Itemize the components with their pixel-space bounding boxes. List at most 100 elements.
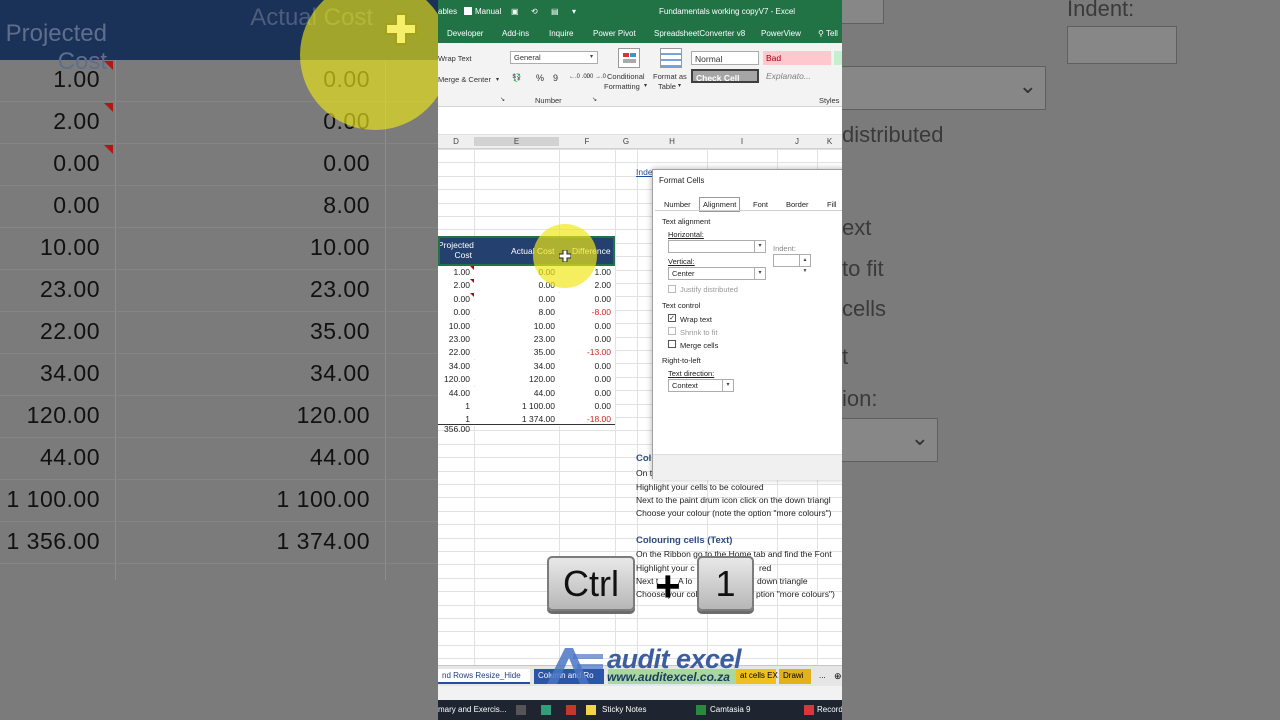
taskbar-app-icon[interactable]	[541, 705, 551, 715]
formatting-label[interactable]: Formatting	[604, 82, 640, 91]
style-check-cell[interactable]: Check Cell	[691, 69, 759, 83]
decrease-decimal-button[interactable]: .00 →.0	[585, 74, 606, 80]
zoomed-direction-dropdown: ⌄	[842, 418, 938, 462]
format-as-label[interactable]: Format as	[653, 72, 687, 81]
table-row[interactable]: 44.00 44.00 0.00	[438, 386, 615, 400]
currency-icon[interactable]: 💱	[512, 73, 521, 82]
dialog-footer	[653, 454, 842, 480]
conditional-formatting-icon[interactable]	[618, 48, 640, 68]
table-row[interactable]: 0.00 8.00 -8.00	[438, 306, 615, 320]
table-row[interactable]: 120.00 120.00 0.00	[438, 373, 615, 387]
wrap-text-checkbox[interactable]: ✓	[668, 314, 676, 322]
tab-add-ins[interactable]: Add-ins	[502, 29, 529, 38]
note-line: ption "more colours")	[756, 589, 835, 599]
number-format-dropdown[interactable]: General ▾	[510, 51, 598, 64]
shrink-checkbox[interactable]	[668, 327, 676, 335]
comment-indicator-icon	[470, 266, 474, 270]
chevron-down-icon[interactable]: ▾	[644, 82, 647, 89]
zoomed-vertical-dropdown: ⌄	[842, 66, 1046, 110]
comma-button[interactable]: 9	[553, 73, 558, 83]
style-explanatory[interactable]: Explanato...	[763, 69, 831, 83]
note-line: down triangle	[757, 576, 808, 586]
merge-center-button[interactable]: Merge & Center	[438, 75, 491, 84]
tab-developer[interactable]: Developer	[447, 29, 483, 38]
text-direction-dropdown[interactable]: Context ▾	[668, 379, 734, 392]
table-row[interactable]: 23.00 23.00 0.00	[438, 333, 615, 346]
taskbar-app-icon[interactable]	[566, 705, 576, 715]
style-bad[interactable]: Bad	[763, 51, 831, 65]
percent-button[interactable]: %	[536, 73, 544, 83]
vertical-dropdown[interactable]: Center ▾	[668, 267, 766, 280]
cell-projected: 0.00	[453, 307, 470, 318]
wrap-text-button[interactable]: Wrap Text	[438, 54, 472, 63]
open-icon[interactable]: ▤	[551, 7, 559, 16]
taskbar-item[interactable]: mary and Exercis...	[438, 705, 506, 714]
tab-tell-me[interactable]: ⚲ Tell	[818, 29, 838, 38]
column-header-f[interactable]: F	[559, 137, 615, 146]
tab-powerview[interactable]: PowerView	[761, 29, 801, 38]
tab-divider	[655, 210, 842, 211]
justify-checkbox[interactable]	[668, 285, 676, 293]
chevron-down-icon[interactable]: ▾	[678, 82, 681, 89]
zoomed-row: 34.00 34.00	[0, 354, 438, 396]
column-header-k[interactable]: K	[817, 137, 842, 146]
column-header-e[interactable]: E	[474, 137, 559, 146]
save-icon[interactable]: ▣	[511, 7, 519, 16]
tab-font[interactable]: Font	[753, 200, 768, 209]
manual-checkbox[interactable]	[464, 7, 472, 15]
table-label[interactable]: Table	[658, 82, 676, 91]
table-row[interactable]: 0.00 0.00 0.00	[438, 292, 615, 306]
merge-checkbox[interactable]	[668, 340, 676, 348]
conditional-formatting-label[interactable]: Conditional	[607, 72, 645, 81]
chevron-down-icon[interactable]: ▾	[496, 76, 499, 83]
column-header-g[interactable]: G	[615, 137, 637, 146]
column-header-j[interactable]: J	[777, 137, 817, 146]
tab-fill[interactable]: Fill	[827, 200, 837, 209]
column-header-d[interactable]: D	[438, 137, 474, 146]
table-row[interactable]: 10.00 10.00 0.00	[438, 319, 615, 333]
grid-line	[438, 162, 842, 164]
column-header-i[interactable]: I	[707, 137, 777, 146]
cell-actual: 44.00	[533, 387, 555, 398]
undo-icon[interactable]: ⟲	[531, 7, 538, 16]
table-row[interactable]: 2.00 0.00 2.00	[438, 279, 615, 293]
record-icon[interactable]	[804, 705, 814, 715]
zoomed-row: 22.00 35.00	[0, 312, 438, 354]
zoomed-projected-value: 44.00	[39, 444, 100, 470]
tab-inquire[interactable]: Inquire	[549, 29, 573, 38]
hyperlink-inde[interactable]: Inde	[636, 167, 653, 177]
indent-spinner[interactable]: ▲ ▼	[773, 254, 811, 274]
format-as-table-icon[interactable]	[660, 48, 682, 68]
taskbar-item[interactable]: Camtasia 9	[710, 705, 750, 714]
style-good[interactable]	[834, 51, 842, 65]
customize-icon[interactable]: ▾	[572, 7, 576, 16]
key-ctrl: Ctrl	[547, 556, 635, 611]
sheet-tab[interactable]: nd Rows Resize_Hide	[438, 669, 530, 684]
zoomed-projected-value: 2.00	[53, 108, 100, 134]
tab-border[interactable]: Border	[786, 200, 809, 209]
column-header-h[interactable]: H	[637, 137, 707, 146]
taskbar-item[interactable]: Record	[817, 705, 842, 714]
dialog-launcher-icon[interactable]: ↘	[592, 96, 597, 103]
table-row[interactable]: 1 100.001 100.000.00	[438, 400, 615, 421]
table-row[interactable]: 22.00 35.00 -13.00	[438, 346, 615, 360]
camtasia-icon[interactable]	[696, 705, 706, 715]
zoomed-text: cells	[842, 296, 887, 321]
taskbar-app-icon[interactable]	[516, 705, 526, 715]
style-normal[interactable]: Normal	[691, 51, 759, 65]
more-sheets-button[interactable]: ...	[815, 669, 830, 684]
zoomed-text: to fit	[842, 256, 884, 281]
sheet-tab[interactable]: Drawi	[779, 669, 811, 684]
sticky-notes-icon[interactable]	[586, 705, 596, 715]
cell-projected: 2.00	[453, 280, 470, 291]
taskbar-item[interactable]: Sticky Notes	[602, 705, 646, 714]
zoomed-text: t	[842, 344, 849, 369]
tab-number[interactable]: Number	[664, 200, 691, 209]
tab-power-pivot[interactable]: Power Pivot	[593, 29, 636, 38]
add-sheet-icon[interactable]: ⊕	[830, 669, 842, 684]
tab-spreadsheetconverter[interactable]: SpreadsheetConverter v8	[654, 29, 745, 38]
dialog-launcher-icon[interactable]: ↘	[500, 96, 505, 103]
indent-label: Indent:	[773, 244, 796, 253]
table-row[interactable]: 34.00 34.00 0.00	[438, 359, 615, 373]
horizontal-dropdown[interactable]: ▾	[668, 240, 766, 253]
